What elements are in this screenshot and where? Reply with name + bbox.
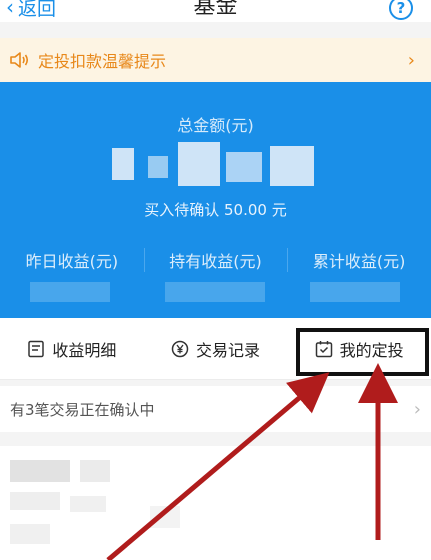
total-amount-label: 总金额(元) <box>177 116 254 135</box>
highlight-box-annotation <box>296 328 429 376</box>
cumulative-value-redacted <box>310 282 400 302</box>
pending-purchase-text: 买入待确认 50.00 元 <box>144 201 287 219</box>
yesterday-value-redacted <box>30 282 110 302</box>
yesterday-earnings-label: 昨日收益(元) <box>25 252 119 271</box>
top-nav-bar: ‹ 返回 基金 ? <box>0 0 431 22</box>
transaction-records-button[interactable]: 交易记录 <box>144 318 288 379</box>
holding-value-redacted <box>165 282 265 302</box>
notice-text: 定投扣款温馨提示 <box>38 52 167 71</box>
earnings-values-redacted <box>0 282 431 306</box>
pending-transactions-text: 有3笔交易正在确认中 <box>10 400 155 419</box>
holding-earnings-label: 持有收益(元) <box>143 248 288 272</box>
total-amount-value-redacted <box>112 142 322 186</box>
list-document-icon <box>28 340 45 357</box>
chevron-right-icon: › <box>413 399 421 420</box>
cumulative-earnings-label: 累计收益(元) <box>287 248 431 272</box>
earnings-metrics-row: 昨日收益(元) 持有收益(元) 累计收益(元) <box>0 248 431 272</box>
earnings-detail-button[interactable]: 收益明细 <box>0 318 144 379</box>
page-title: 基金 <box>193 0 238 19</box>
transaction-records-label: 交易记录 <box>196 340 261 360</box>
chevron-right-icon: › <box>407 50 415 71</box>
fund-holding-card-redacted[interactable] <box>0 446 431 560</box>
asset-summary-panel: 总金额(元) 买入待确认 50.00 元 昨日收益(元) 持有收益(元) 累计收… <box>0 82 431 318</box>
pending-transactions-row[interactable]: 有3笔交易正在确认中 › <box>0 386 431 432</box>
earnings-detail-label: 收益明细 <box>52 340 117 360</box>
yen-circle-icon <box>171 340 189 357</box>
speaker-icon <box>10 52 29 68</box>
investment-notice-banner[interactable]: 定投扣款温馨提示 › <box>0 38 431 82</box>
